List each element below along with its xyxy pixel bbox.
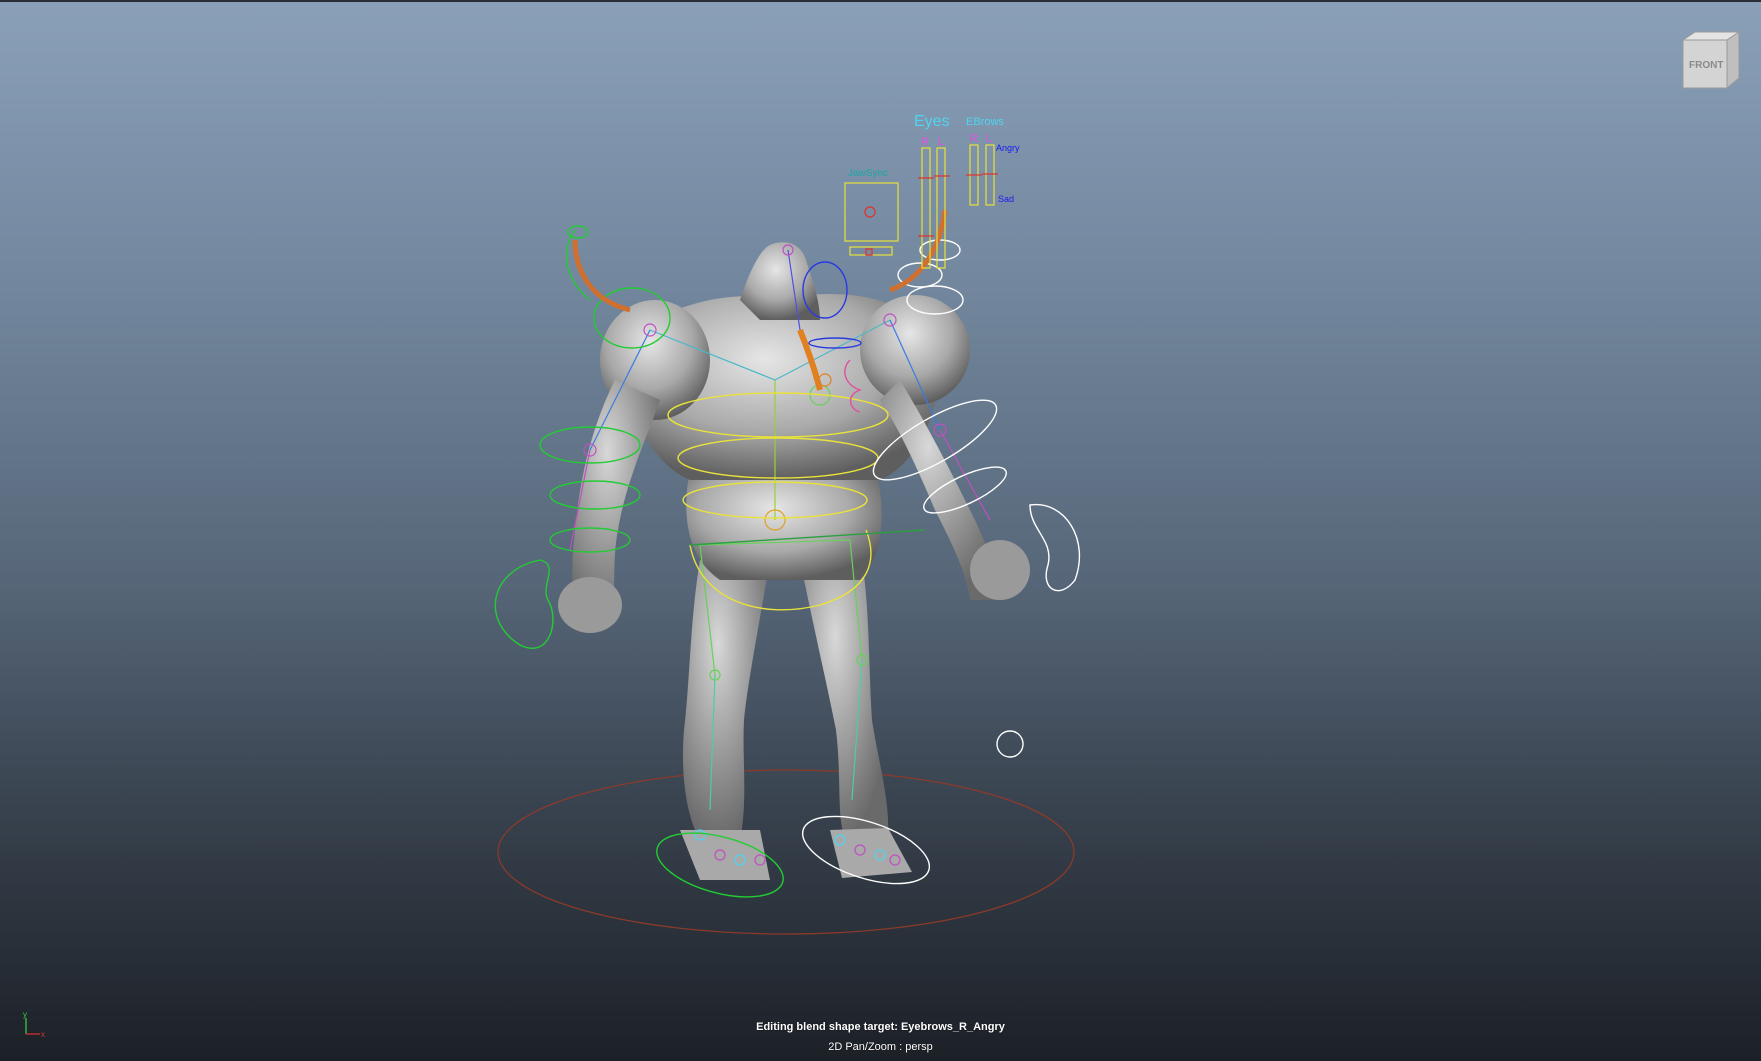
angry-label: Angry xyxy=(996,143,1020,153)
view-cube-icon: FRONT xyxy=(1681,31,1741,90)
3d-viewport[interactable]: JawSync Eyes EBrows R L R L Angry Sad FR… xyxy=(0,0,1761,1061)
view-cube-label: FRONT xyxy=(1689,60,1723,71)
jaw-label: JawSync xyxy=(848,168,888,179)
character-mesh[interactable] xyxy=(558,242,1030,880)
eyes-label: Eyes xyxy=(914,113,950,130)
axis-y-label: y xyxy=(23,1010,27,1019)
left-horn xyxy=(572,239,631,313)
right-pole-vector xyxy=(996,730,1024,758)
ground-control-circle[interactable] xyxy=(497,769,1075,935)
brows-l-label: L xyxy=(986,133,992,145)
jaw-slider-box xyxy=(844,182,899,242)
right-hand-control xyxy=(1029,503,1081,592)
face-control-board[interactable] xyxy=(844,144,998,269)
brows-r-label: R xyxy=(970,133,978,145)
view-cube[interactable]: FRONT xyxy=(1675,30,1741,92)
eyes-r-label: R xyxy=(921,136,929,148)
hud-camera-mode: 2D Pan/Zoom : persp xyxy=(828,1041,933,1053)
brow-l-slider xyxy=(985,144,995,206)
eye-r-slider xyxy=(921,147,931,269)
eye-l-slider xyxy=(936,147,946,269)
left-hand-control xyxy=(494,559,554,649)
scene-canvas[interactable]: JawSync Eyes EBrows R L R L Angry Sad xyxy=(0,0,1761,1061)
brows-label: EBrows xyxy=(966,116,1004,128)
hud-status-message: Editing blend shape target: Eyebrows_R_A… xyxy=(756,1021,1005,1033)
eyes-l-label: L xyxy=(938,136,944,148)
sad-label: Sad xyxy=(998,194,1014,204)
